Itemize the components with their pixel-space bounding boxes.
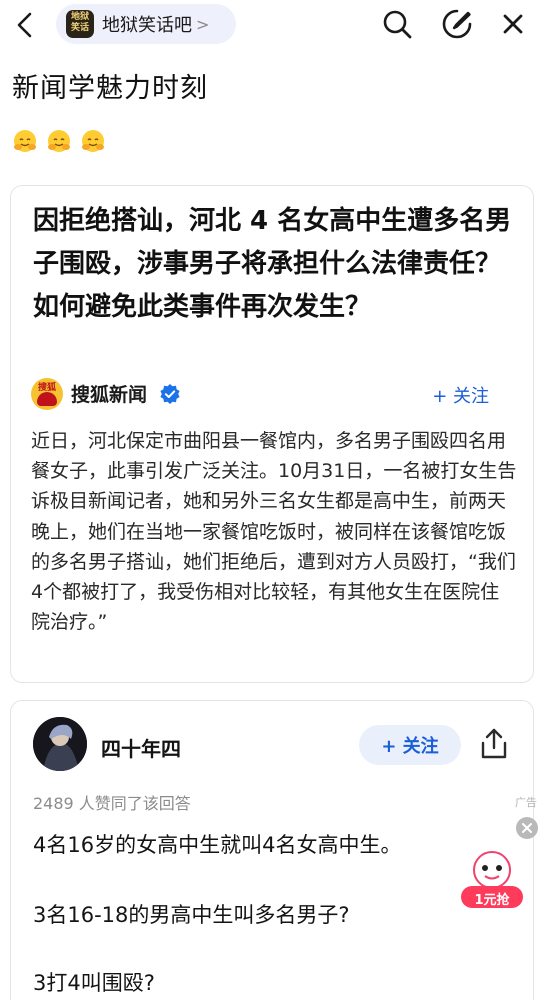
follow-source-button[interactable]: + 关注 [432, 382, 489, 408]
ad-label: 广告 [515, 796, 537, 809]
forum-name: 地狱笑话吧 [102, 15, 192, 36]
share-icon[interactable] [479, 727, 509, 761]
close-icon[interactable] [496, 7, 530, 41]
emoji-row [12, 128, 106, 154]
ad-promo[interactable]: 1元抢 [455, 848, 529, 912]
article-title: 因拒绝搭讪，河北 4 名女高中生遭多名男子围殴，涉事男子将承担什么法律责任？如何… [33, 206, 512, 322]
user-name[interactable]: 四十年四 [101, 733, 181, 762]
follow-user-button[interactable]: + 关注 [359, 725, 461, 765]
forum-avatar-text: 地狱 笑话 [70, 12, 89, 33]
ad-promo-text: 1元抢 [474, 893, 510, 908]
forum-pill[interactable]: 地狱 笑话 地狱笑话吧 > [56, 4, 236, 44]
emoji-hug-icon [14, 130, 36, 152]
search-icon[interactable] [380, 7, 414, 41]
avatar[interactable] [33, 717, 87, 771]
answer-line: 3打4叫围殴? [33, 971, 155, 995]
verified-icon [160, 384, 180, 404]
chevron-right-icon: > [196, 14, 210, 34]
source-name[interactable]: 搜狐新闻 [71, 380, 147, 407]
likes-count: 2489 人赞同了该回答 [33, 794, 191, 813]
post-title: 新闻学魅力时刻 [12, 73, 208, 104]
emoji-hug-icon [82, 130, 104, 152]
answer-line: 4名16岁的女高中生就叫4名女高中生。 [33, 833, 402, 857]
forum-avatar: 地狱 笑话 [66, 10, 94, 38]
answer-line: 3名16-18的男高中生叫多名男子? [33, 903, 350, 927]
top-nav-bar: 地狱 笑话 地狱笑话吧 > [0, 0, 544, 50]
back-arrow-icon[interactable] [10, 9, 42, 41]
article-body: 近日，河北保定市曲阳县一餐馆内，多名男子围殴四名用餐女子，此事引发广泛关注。10… [31, 430, 517, 634]
compose-icon[interactable] [440, 7, 474, 41]
emoji-hug-icon [48, 130, 70, 152]
source-logo: 搜狐 [31, 378, 63, 410]
shared-article-card[interactable]: 因拒绝搭讪，河北 4 名女高中生遭多名男子围殴，涉事男子将承担什么法律责任？如何… [10, 185, 534, 683]
ad-close-icon[interactable] [515, 816, 539, 840]
